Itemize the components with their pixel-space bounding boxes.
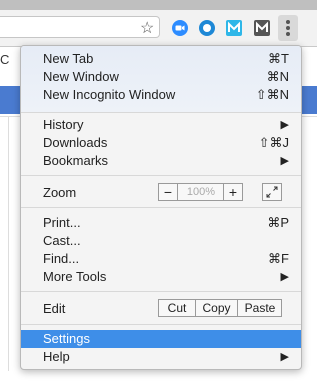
menu-item-find[interactable]: Find... ⌘F [21,250,301,268]
gray-m-icon[interactable] [254,20,270,36]
zoom-out-button[interactable]: − [159,184,178,200]
submenu-arrow-icon: ▶ [280,271,289,283]
menu-item-settings[interactable]: Settings [21,330,301,348]
fullscreen-button[interactable] [262,183,282,201]
menu-item-bookmarks[interactable]: Bookmarks ▶ [21,152,301,170]
cut-button[interactable]: Cut [159,300,196,316]
menu-item-edit: Edit Cut Copy Paste [21,299,301,318]
address-bar[interactable]: ☆ [0,16,160,38]
submenu-arrow-icon: ▶ [280,119,289,131]
zoom-level: 100% [186,186,216,198]
menu-item-help[interactable]: Help ▶ [21,348,301,366]
menu-item-new-tab[interactable]: New Tab ⌘T [21,50,301,68]
menu-separator [21,207,301,208]
menu-item-cast[interactable]: Cast... [21,232,301,250]
blue-circle-icon[interactable] [199,20,215,36]
menu-item-history[interactable]: History ▶ [21,116,301,134]
menu-item-downloads[interactable]: Downloads ⇧⌘J [21,134,301,152]
page-vertical-divider [8,116,9,371]
submenu-arrow-icon: ▶ [280,351,289,363]
menu-item-more-tools[interactable]: More Tools ▶ [21,268,301,286]
menu-item-new-incognito-window[interactable]: New Incognito Window ⇧⌘N [21,86,301,104]
zoom-in-button[interactable]: + [223,184,242,200]
cyan-m-icon[interactable] [226,20,242,36]
menu-item-print[interactable]: Print... ⌘P [21,214,301,232]
page-text-fragment: C [0,52,10,67]
menu-item-zoom: Zoom − 100% + [21,183,301,202]
submenu-arrow-icon: ▶ [280,155,289,167]
fullscreen-icon [266,186,278,198]
paste-button[interactable]: Paste [238,300,282,316]
window-top-strip [0,0,317,10]
menu-separator [21,112,301,113]
blue-camera-icon[interactable] [172,20,188,36]
star-icon[interactable]: ☆ [140,18,154,38]
browser-toolbar: ☆ [0,10,317,47]
menu-separator [21,175,301,176]
edit-controls: Cut Copy Paste [158,299,282,317]
menu-separator [21,291,301,292]
zoom-control: − 100% + [158,183,243,201]
chrome-menu-button[interactable] [278,15,298,41]
chrome-menu: New Tab ⌘T New Window ⌘N New Incognito W… [20,45,302,370]
menu-separator [21,324,301,325]
copy-button[interactable]: Copy [196,300,238,316]
menu-item-new-window[interactable]: New Window ⌘N [21,68,301,86]
